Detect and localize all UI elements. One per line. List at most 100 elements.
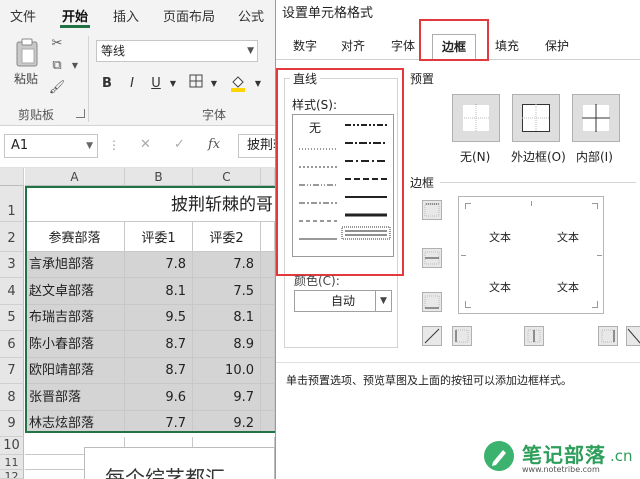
fill-color-icon[interactable]	[228, 74, 248, 94]
row-header[interactable]: 10	[0, 437, 24, 455]
data-cell[interactable]: 言承旭部落	[25, 252, 125, 278]
data-cell[interactable]	[261, 331, 275, 358]
border-preview[interactable]: 文本 文本 文本 文本	[458, 196, 604, 314]
preset-none-button[interactable]	[452, 94, 500, 142]
tab-fill[interactable]: 填充	[486, 34, 528, 60]
border-center-button[interactable]	[524, 326, 544, 346]
paste-icon[interactable]	[14, 38, 40, 70]
border-top-button[interactable]	[422, 200, 442, 220]
data-cell[interactable]: 欧阳靖部落	[25, 358, 125, 384]
tab-home[interactable]: 开始	[62, 6, 88, 25]
cancel-icon[interactable]: ✕	[140, 137, 151, 152]
insert-function-icon[interactable]: fx	[208, 137, 220, 152]
row-header[interactable]: 6	[0, 331, 24, 358]
data-cell[interactable]: 布瑞吉部落	[25, 305, 125, 331]
data-cell[interactable]: 9.6	[125, 384, 193, 411]
border-middle-button[interactable]	[422, 248, 442, 268]
line-style-list[interactable]: 无	[292, 114, 394, 257]
cut-icon[interactable]: ✂	[48, 36, 66, 52]
preset-inside-button[interactable]	[572, 94, 620, 142]
data-cell[interactable]: 7.5	[193, 278, 261, 305]
paste-label[interactable]: 粘贴	[14, 70, 38, 87]
data-cell[interactable]: 8.1	[125, 278, 193, 305]
line-style-swatches[interactable]	[293, 115, 393, 256]
data-cell[interactable]: 9.5	[125, 305, 193, 331]
tab-border[interactable]: 边框	[432, 34, 477, 61]
data-cell[interactable]: 10.0	[193, 358, 261, 384]
data-cell[interactable]	[261, 358, 275, 384]
data-cell[interactable]: 林志炫部落	[25, 411, 125, 433]
clipboard-launcher-icon[interactable]	[76, 109, 85, 118]
copy-icon[interactable]: ⧉	[48, 58, 66, 74]
enter-icon[interactable]: ✓	[174, 137, 185, 152]
row-header[interactable]: 11	[0, 455, 24, 470]
preset-outline-label[interactable]: 外边框(O)	[511, 148, 566, 165]
data-cell[interactable]: 9.7	[193, 384, 261, 411]
data-cell[interactable]	[261, 305, 275, 331]
header-cell[interactable]: 评委2	[193, 222, 261, 252]
header-cell[interactable]: 参赛部落	[25, 222, 125, 252]
data-cell[interactable]	[261, 252, 275, 278]
border-left-button[interactable]	[452, 326, 472, 346]
tab-file[interactable]: 文件	[10, 6, 36, 25]
border-diagonal-up-button[interactable]	[422, 326, 442, 346]
name-box[interactable]: A1 ▼	[4, 134, 98, 158]
data-cell[interactable]	[261, 411, 275, 433]
text-box-shape[interactable]: 每个综艺都汇	[84, 447, 275, 479]
borders-icon[interactable]	[186, 74, 206, 94]
column-header-a[interactable]: A	[25, 168, 125, 186]
row-header[interactable]: 1	[0, 186, 24, 222]
underline-dropdown-icon[interactable]: ▼	[163, 74, 183, 94]
data-cell[interactable]: 7.8	[125, 252, 193, 278]
row-header[interactable]: 7	[0, 358, 24, 384]
data-cell[interactable]: 7.8	[193, 252, 261, 278]
data-cell[interactable]	[261, 384, 275, 411]
copy-dropdown-icon[interactable]: ▼	[66, 58, 84, 74]
header-cell[interactable]	[261, 222, 275, 252]
data-cell[interactable]: 张晋部落	[25, 384, 125, 411]
row-header[interactable]: 2	[0, 222, 24, 252]
fill-dropdown-icon[interactable]: ▼	[248, 74, 268, 94]
preset-inside-label[interactable]: 内部(I)	[576, 148, 613, 165]
row-header[interactable]: 5	[0, 305, 24, 331]
column-header-c[interactable]: C	[193, 168, 261, 186]
row-header[interactable]: 8	[0, 384, 24, 411]
borders-dropdown-icon[interactable]: ▼	[204, 74, 224, 94]
line-color-select[interactable]: 自动 ▼	[294, 290, 392, 312]
tab-formulas[interactable]: 公式	[238, 6, 264, 25]
tab-insert[interactable]: 插入	[113, 6, 139, 25]
data-cell[interactable]: 9.2	[193, 411, 261, 433]
tab-number[interactable]: 数字	[284, 34, 326, 60]
italic-button[interactable]: I	[122, 74, 142, 94]
data-cell[interactable]: 赵文卓部落	[25, 278, 125, 305]
preset-none-label[interactable]: 无(N)	[460, 148, 490, 165]
tab-alignment[interactable]: 对齐	[332, 34, 374, 60]
row-header[interactable]: 4	[0, 278, 24, 305]
data-cell[interactable]: 8.9	[193, 331, 261, 358]
preset-outline-button[interactable]	[512, 94, 560, 142]
data-cell[interactable]	[261, 278, 275, 305]
tab-page-layout[interactable]: 页面布局	[163, 6, 215, 25]
data-cell[interactable]: 陈小春部落	[25, 331, 125, 358]
border-right-button[interactable]	[598, 326, 618, 346]
select-all-corner[interactable]	[0, 168, 24, 186]
format-painter-icon[interactable]: 🖌	[48, 80, 66, 96]
header-cell[interactable]: 评委1	[125, 222, 193, 252]
bold-button[interactable]: B	[97, 74, 117, 94]
border-bottom-button[interactable]	[422, 292, 442, 312]
data-cell[interactable]: 8.7	[125, 331, 193, 358]
tab-font[interactable]: 字体	[382, 34, 424, 60]
title-cell[interactable]: 披荆斩棘的哥	[25, 188, 275, 222]
data-cell[interactable]: 7.7	[125, 411, 193, 433]
tab-protection[interactable]: 保护	[536, 34, 578, 60]
column-header-d[interactable]	[261, 168, 275, 186]
data-cell[interactable]: 8.7	[125, 358, 193, 384]
row-header[interactable]: 3	[0, 252, 24, 278]
row-header[interactable]: 12	[0, 470, 24, 479]
border-diagonal-down-button[interactable]	[626, 326, 640, 346]
formula-input[interactable]: 披荆斩棘的哥哥	[238, 134, 278, 158]
data-cell[interactable]: 8.1	[193, 305, 261, 331]
column-header-b[interactable]: B	[125, 168, 193, 186]
font-name-select[interactable]: 等线 ▼	[96, 40, 258, 62]
row-header[interactable]: 9	[0, 411, 24, 437]
